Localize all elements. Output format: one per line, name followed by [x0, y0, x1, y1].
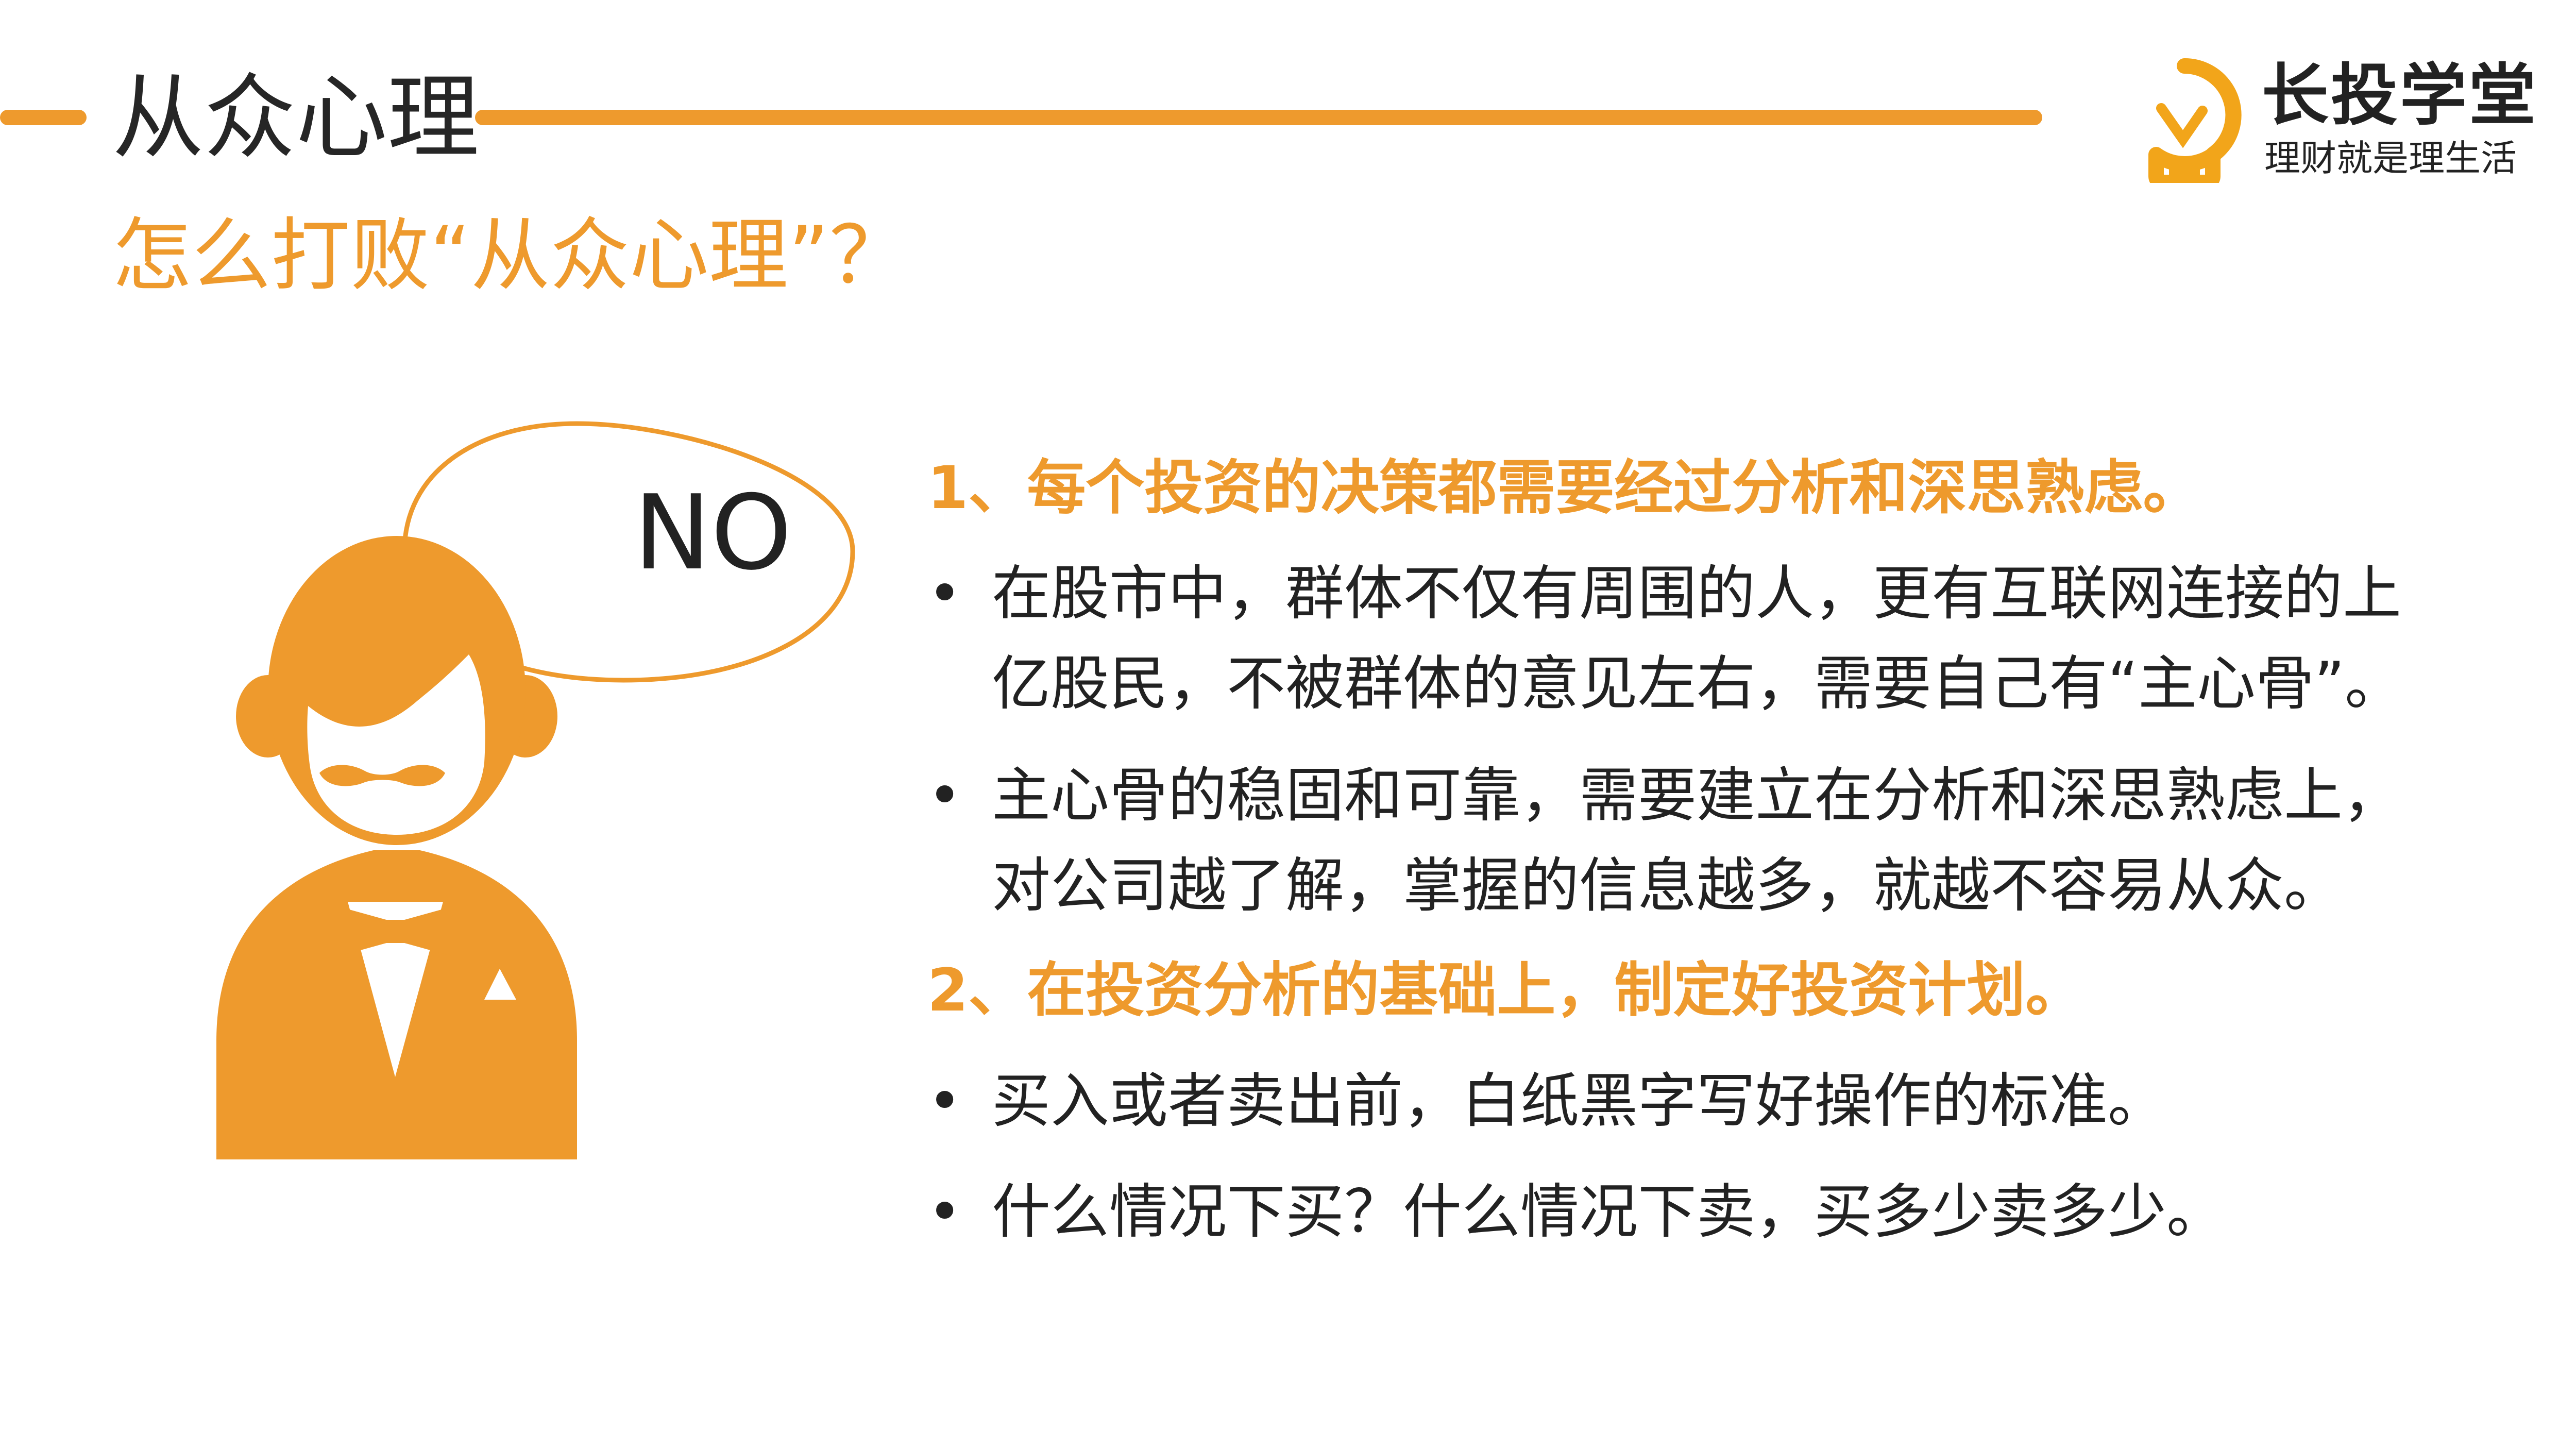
bullet-icon: • [927, 761, 962, 830]
bullet-icon: • [927, 1177, 962, 1246]
title-rule-right [475, 110, 2042, 125]
title-rule-left [0, 110, 87, 125]
list-item-text: 亿股民，不被群体的意见左右，需要自己有“主心骨”。 [992, 649, 2404, 718]
speech-text: NO [634, 473, 792, 593]
section1-heading: 1、每个投资的决策都需要经过分析和深思熟虑。 [927, 453, 2202, 522]
list-item-text: 在股市中，群体不仅有周围的人，更有互联网连接的上 [992, 559, 2402, 628]
logo-name: 长投学堂 [2262, 56, 2538, 134]
lightbulb-icon [2148, 58, 2242, 183]
list-item-text: 主心骨的稳固和可靠，需要建立在分析和深思熟虑上， [992, 761, 2402, 830]
list-item-text: 什么情况下买？什么情况下卖，买多少卖多少。 [992, 1177, 2226, 1246]
section2-heading: 2、在投资分析的基础上，制定好投资计划。 [927, 956, 2084, 1024]
logo-slogan: 理财就是理生活 [2264, 137, 2517, 179]
page-title: 从众心理 [112, 64, 479, 171]
page-subtitle: 怎么打败“从众心理”？ [112, 210, 909, 302]
bullet-icon: • [927, 1067, 962, 1135]
list-item-text: 对公司越了解，掌握的信息越多，就越不容易从众。 [992, 851, 2343, 920]
list-item-text: 买入或者卖出前，白纸黑字写好操作的标准。 [992, 1067, 2167, 1135]
bullet-icon: • [927, 559, 962, 628]
